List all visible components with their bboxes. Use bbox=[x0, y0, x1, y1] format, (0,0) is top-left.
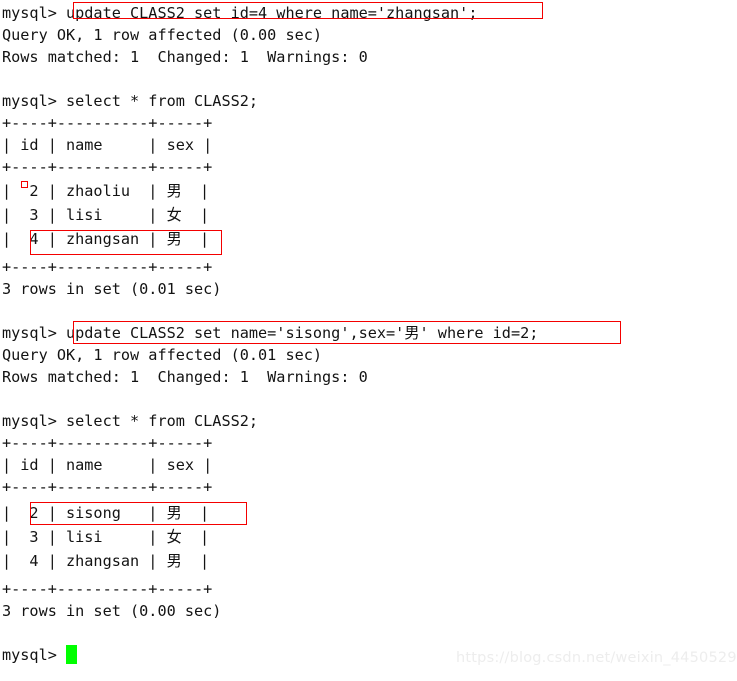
terminal-line-text: Rows matched: 1 Changed: 1 Warnings: 0 bbox=[2, 368, 368, 386]
terminal-line-text: Rows matched: 1 Changed: 1 Warnings: 0 bbox=[2, 48, 368, 66]
terminal-line: +----+----------+-----+ bbox=[2, 156, 212, 178]
terminal-line-text: +----+----------+-----+ bbox=[2, 580, 213, 598]
terminal-line: +----+----------+-----+ bbox=[2, 432, 212, 454]
terminal-line: mysql> select * from CLASS2; bbox=[2, 410, 258, 432]
terminal-line: +----+----------+-----+ bbox=[2, 256, 212, 278]
terminal-line: 3 rows in set (0.00 sec) bbox=[2, 600, 221, 622]
terminal-line-text: | 4 | zhangsan | 男 | bbox=[2, 552, 210, 570]
terminal-line-text: | 2 | sisong | 男 | bbox=[2, 504, 210, 522]
terminal-line: +----+----------+-----+ bbox=[2, 476, 212, 498]
terminal-line-text: | 3 | lisi | 女 | bbox=[2, 206, 210, 224]
terminal-line-text: +----+----------+-----+ bbox=[2, 114, 213, 132]
terminal-line-text: Query OK, 1 row affected (0.01 sec) bbox=[2, 346, 323, 364]
watermark: https://blog.csdn.net/weixin_44505291 bbox=[456, 650, 737, 666]
terminal-line-text: +----+----------+-----+ bbox=[2, 258, 213, 276]
terminal-line: Rows matched: 1 Changed: 1 Warnings: 0 bbox=[2, 46, 368, 68]
terminal-line: mysql> select * from CLASS2; bbox=[2, 90, 258, 112]
terminal-line: Query OK, 1 row affected (0.00 sec) bbox=[2, 24, 322, 46]
terminal-window[interactable]: mysql> update CLASS2 set id=4 where name… bbox=[0, 0, 737, 681]
terminal-line-text: mysql> select * from CLASS2; bbox=[2, 92, 259, 110]
terminal-line-text: | 3 | lisi | 女 | bbox=[2, 528, 210, 546]
terminal-line: +----+----------+-----+ bbox=[2, 578, 212, 600]
terminal-line-text: mysql> update CLASS2 set name='sisong',s… bbox=[2, 324, 539, 342]
terminal-cursor bbox=[66, 645, 77, 664]
terminal-line: | id | name | sex | bbox=[2, 454, 212, 476]
terminal-line: | 4 | zhangsan | 男 | bbox=[2, 550, 209, 572]
terminal-line: | 3 | lisi | 女 | bbox=[2, 204, 209, 226]
terminal-line: | 3 | lisi | 女 | bbox=[2, 526, 209, 548]
terminal-line-text: | id | name | sex | bbox=[2, 456, 213, 474]
terminal-line: | 2 | zhaoliu | 男 | bbox=[2, 180, 209, 202]
terminal-line: mysql> update CLASS2 set id=4 where name… bbox=[2, 2, 477, 24]
terminal-line-text: +----+----------+-----+ bbox=[2, 434, 213, 452]
terminal-line-text: Query OK, 1 row affected (0.00 sec) bbox=[2, 26, 323, 44]
terminal-line: | 4 | zhangsan | 男 | bbox=[2, 228, 209, 250]
terminal-line: 3 rows in set (0.01 sec) bbox=[2, 278, 221, 300]
terminal-line: Query OK, 1 row affected (0.01 sec) bbox=[2, 344, 322, 366]
terminal-line: | 2 | sisong | 男 | bbox=[2, 502, 209, 524]
terminal-line-text: mysql> bbox=[2, 646, 57, 664]
marker-square-row-2 bbox=[21, 181, 28, 188]
terminal-line: mysql> bbox=[2, 644, 57, 666]
terminal-line-text: 3 rows in set (0.00 sec) bbox=[2, 602, 222, 620]
terminal-line: mysql> update CLASS2 set name='sisong',s… bbox=[2, 322, 538, 344]
terminal-line-text: | 4 | zhangsan | 男 | bbox=[2, 230, 210, 248]
terminal-line-text: +----+----------+-----+ bbox=[2, 478, 213, 496]
terminal-line-text: | 2 | zhaoliu | 男 | bbox=[2, 182, 210, 200]
terminal-line-text: mysql> select * from CLASS2; bbox=[2, 412, 259, 430]
terminal-line: Rows matched: 1 Changed: 1 Warnings: 0 bbox=[2, 366, 368, 388]
terminal-line-text: +----+----------+-----+ bbox=[2, 158, 213, 176]
terminal-line: +----+----------+-----+ bbox=[2, 112, 212, 134]
terminal-line-text: mysql> update CLASS2 set id=4 where name… bbox=[2, 4, 478, 22]
terminal-line-text: | id | name | sex | bbox=[2, 136, 213, 154]
terminal-line: | id | name | sex | bbox=[2, 134, 212, 156]
terminal-line-text: 3 rows in set (0.01 sec) bbox=[2, 280, 222, 298]
